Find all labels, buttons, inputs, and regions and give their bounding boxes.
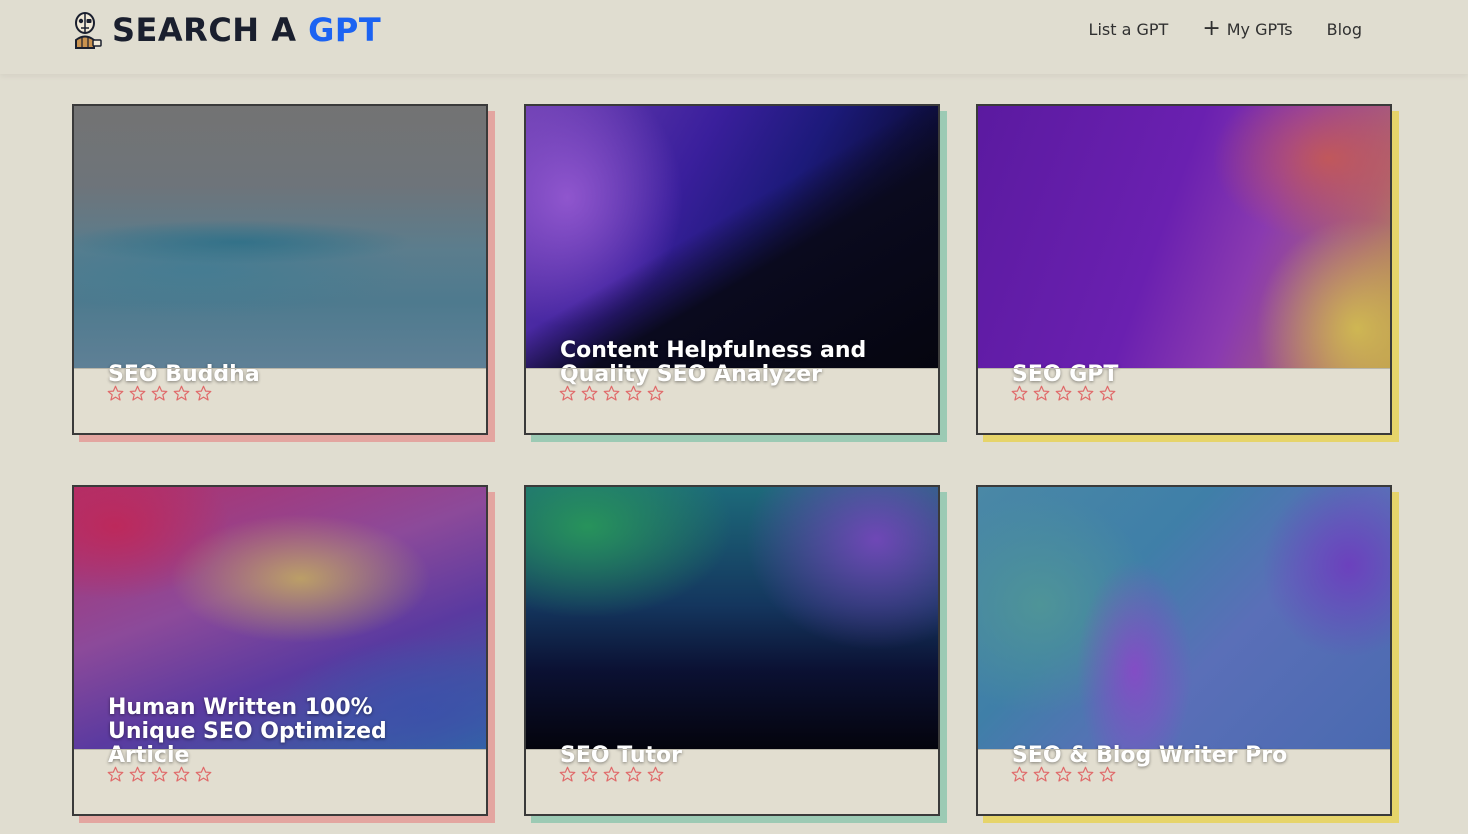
- nav-my-gpts[interactable]: + My GPTs: [1202, 16, 1293, 41]
- brand-name: SEARCH A GPT: [112, 11, 381, 49]
- card-footer: [526, 368, 938, 433]
- card-footer: [978, 749, 1390, 814]
- star-icon[interactable]: [1099, 385, 1116, 402]
- star-icon[interactable]: [581, 385, 598, 402]
- star-icon[interactable]: [647, 385, 664, 402]
- star-icon[interactable]: [581, 766, 598, 783]
- card-cover-image: [526, 106, 938, 368]
- star-icon[interactable]: [1033, 766, 1050, 783]
- star-icon[interactable]: [1011, 766, 1028, 783]
- plus-icon: +: [1202, 16, 1221, 41]
- star-icon[interactable]: [151, 766, 168, 783]
- brand-name-accent: GPT: [308, 11, 382, 49]
- card-footer: [526, 749, 938, 814]
- star-icon[interactable]: [1099, 766, 1116, 783]
- star-icon[interactable]: [195, 766, 212, 783]
- star-rating: [1011, 766, 1116, 783]
- brand-logo-link[interactable]: SEARCH A GPT: [70, 10, 381, 50]
- gpt-card-content-helpfulness[interactable]: Content Helpfulness and Quality SEO Anal…: [524, 104, 940, 435]
- nav-my-gpts-label: My GPTs: [1226, 19, 1293, 39]
- card-cover-image: [978, 106, 1390, 368]
- star-icon[interactable]: [173, 385, 190, 402]
- star-icon[interactable]: [129, 385, 146, 402]
- nav-blog[interactable]: Blog: [1327, 20, 1362, 39]
- nav-blog-label: Blog: [1326, 19, 1362, 39]
- nav-list-a-gpt[interactable]: List a GPT: [1089, 20, 1169, 39]
- star-rating: [1011, 385, 1116, 402]
- gpt-card-seo-gpt[interactable]: SEO GPT: [976, 104, 1392, 435]
- card-footer: [74, 368, 486, 433]
- gpt-card-seo-buddha[interactable]: SEO Buddha: [72, 104, 488, 435]
- star-icon[interactable]: [1055, 385, 1072, 402]
- star-icon[interactable]: [195, 385, 212, 402]
- gpt-card-seo-blog-writer-pro[interactable]: SEO & Blog Writer Pro: [976, 485, 1392, 816]
- gpt-card-human-written-article[interactable]: Human Written 100% Unique SEO Optimized …: [72, 485, 488, 816]
- star-rating: [107, 766, 212, 783]
- star-icon[interactable]: [1077, 385, 1094, 402]
- star-icon[interactable]: [151, 385, 168, 402]
- star-icon[interactable]: [647, 766, 664, 783]
- nav-list-a-gpt-label: List a GPT: [1088, 19, 1169, 39]
- card-cover-image: [526, 487, 938, 749]
- star-icon[interactable]: [625, 766, 642, 783]
- main-nav: List a GPT + My GPTs Blog: [1089, 18, 1362, 40]
- gpt-card-seo-tutor[interactable]: SEO Tutor: [524, 485, 940, 816]
- star-icon[interactable]: [173, 766, 190, 783]
- star-icon[interactable]: [603, 385, 620, 402]
- star-icon[interactable]: [107, 766, 124, 783]
- card-cover-image: [74, 106, 486, 368]
- star-icon[interactable]: [129, 766, 146, 783]
- star-icon[interactable]: [559, 385, 576, 402]
- star-icon[interactable]: [625, 385, 642, 402]
- robot-head-logo-icon: [75, 12, 102, 49]
- star-rating: [559, 385, 664, 402]
- star-icon[interactable]: [1011, 385, 1028, 402]
- star-icon[interactable]: [1033, 385, 1050, 402]
- card-footer: [74, 749, 486, 814]
- star-icon[interactable]: [107, 385, 124, 402]
- star-icon[interactable]: [603, 766, 620, 783]
- star-icon[interactable]: [559, 766, 576, 783]
- star-rating: [559, 766, 664, 783]
- card-footer: [978, 368, 1390, 433]
- star-icon[interactable]: [1055, 766, 1072, 783]
- top-navigation-bar: SEARCH A GPT List a GPT + My GPTs Blog: [0, 0, 1468, 74]
- star-icon[interactable]: [1077, 766, 1094, 783]
- star-rating: [107, 385, 212, 402]
- card-cover-image: [978, 487, 1390, 749]
- brand-name-prefix: SEARCH A: [112, 11, 309, 49]
